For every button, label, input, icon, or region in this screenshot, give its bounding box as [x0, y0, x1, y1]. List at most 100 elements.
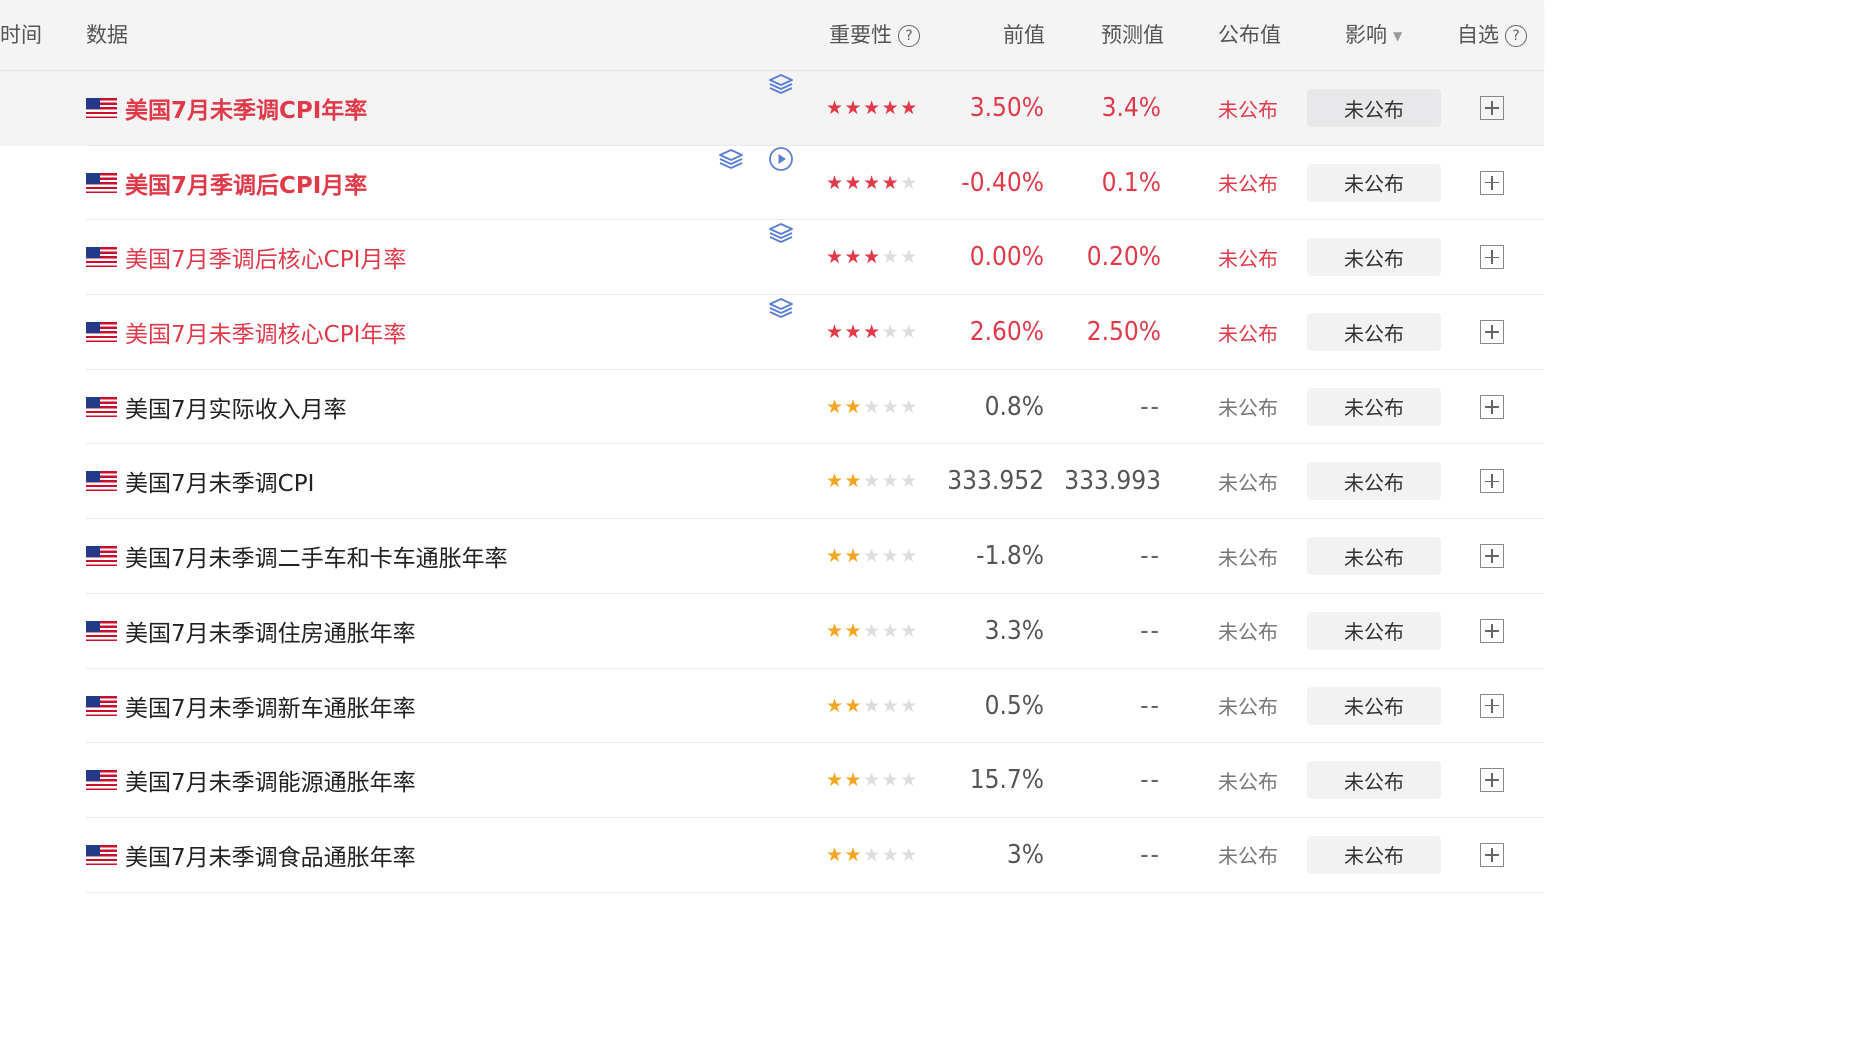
importance-stars: ★ ★ ★ ★ ★	[826, 71, 919, 145]
impact-button[interactable]: 未公布	[1307, 537, 1441, 576]
star-icon: ★	[826, 694, 845, 717]
table-row[interactable]: 美国7月未季调食品通胀年率 ★ ★ ★ ★ ★ 3% -- 未公布 未公布	[0, 818, 1544, 893]
plus-icon[interactable]	[1480, 394, 1504, 419]
header-impact[interactable]: 影响 ▼	[1345, 0, 1402, 70]
star-icon: ★	[863, 694, 882, 717]
indicator-name[interactable]: 美国7月季调后核心CPI月率	[125, 220, 406, 294]
caret-down-icon[interactable]: ▼	[1393, 1, 1402, 71]
indicator-name[interactable]: 美国7月未季调能源通胀年率	[125, 743, 416, 817]
indicator-name[interactable]: 美国7月未季调住房通胀年率	[125, 594, 416, 668]
header-data[interactable]: 数据	[86, 0, 128, 70]
impact-button[interactable]: 未公布	[1307, 611, 1441, 650]
table-row[interactable]: 美国7月未季调新车通胀年率 ★ ★ ★ ★ ★ 0.5% -- 未公布 未公布	[0, 669, 1544, 744]
star-icon: ★	[844, 246, 864, 269]
header-published[interactable]: 公布值	[1218, 0, 1281, 70]
header-importance-label: 重要性	[829, 23, 892, 47]
indicator-name[interactable]: 美国7月未季调新车通胀年率	[125, 669, 416, 743]
plus-icon[interactable]	[1480, 768, 1504, 793]
us-flag-icon	[86, 818, 117, 892]
star-icon: ★	[881, 321, 901, 344]
plus-icon[interactable]	[1480, 170, 1504, 195]
star-icon: ★	[844, 171, 864, 194]
importance-stars: ★ ★ ★ ★ ★	[826, 818, 919, 892]
star-icon: ★	[863, 545, 882, 568]
table-row[interactable]: 美国7月季调后核心CPI月率 ★ ★ ★ ★ ★ 0.00% 0.20% 未公布 未公布	[0, 220, 1544, 295]
impact-cell: 未公布	[1307, 295, 1441, 369]
star-icon: ★	[826, 545, 845, 568]
table-row[interactable]: 美国7月未季调能源通胀年率 ★ ★ ★ ★ ★ 15.7% -- 未公布 未公布	[0, 743, 1544, 818]
header-watchlist[interactable]: 自选?	[1457, 0, 1527, 70]
previous-value: 3.50%	[969, 93, 1044, 123]
plus-icon[interactable]	[1480, 245, 1504, 270]
help-icon[interactable]: ?	[1505, 25, 1527, 47]
impact-button[interactable]: 未公布	[1307, 387, 1441, 426]
impact-button[interactable]: 未公布	[1307, 686, 1441, 725]
table-row[interactable]: 美国7月未季调CPI年率 ★ ★ ★ ★ ★ 3.50% 3.4% 未公布 未公布	[0, 71, 1544, 146]
plus-icon[interactable]	[1480, 544, 1504, 569]
star-icon: ★	[826, 321, 845, 344]
previous-value: -1.8%	[976, 541, 1044, 572]
published-value: 未公布	[1218, 97, 1278, 122]
star-icon: ★	[900, 171, 919, 194]
header-forecast[interactable]: 预测值	[1101, 0, 1164, 70]
star-icon: ★	[900, 545, 919, 568]
table-row[interactable]: 美国7月未季调CPI ★ ★ ★ ★ ★ 333.952 333.993 未公布 未公布	[0, 444, 1544, 519]
indicator-name[interactable]: 美国7月未季调二手车和卡车通胀年率	[125, 519, 508, 593]
indicator-name[interactable]: 美国7月实际收入月率	[125, 370, 347, 444]
star-icon: ★	[900, 470, 919, 493]
indicator-name[interactable]: 美国7月未季调食品通胀年率	[125, 818, 416, 892]
add-watchlist-cell	[1480, 295, 1504, 369]
layers-icon[interactable]	[768, 295, 794, 321]
previous-value: 3%	[1006, 839, 1044, 870]
header-previous[interactable]: 前值	[1003, 0, 1045, 70]
add-watchlist-cell	[1480, 818, 1504, 892]
importance-stars: ★ ★ ★ ★ ★	[826, 146, 919, 220]
plus-icon[interactable]	[1480, 693, 1504, 718]
indicator-name[interactable]: 美国7月未季调CPI	[125, 444, 314, 518]
impact-button[interactable]: 未公布	[1307, 835, 1441, 874]
impact-button[interactable]: 未公布	[1307, 89, 1441, 127]
layers-icon[interactable]	[768, 220, 794, 246]
table-row[interactable]: 美国7月未季调二手车和卡车通胀年率 ★ ★ ★ ★ ★ -1.8% -- 未公布 未公布	[0, 519, 1544, 594]
header-importance[interactable]: 重要性?	[829, 0, 920, 70]
table-row[interactable]: 美国7月未季调核心CPI年率 ★ ★ ★ ★ ★ 2.60% 2.50% 未公布 未公布	[0, 295, 1544, 370]
add-watchlist-cell	[1480, 370, 1504, 444]
layers-icon[interactable]	[768, 71, 794, 97]
layers-icon[interactable]	[718, 146, 744, 172]
add-watchlist-cell	[1480, 146, 1504, 220]
table-row[interactable]: 美国7月未季调住房通胀年率 ★ ★ ★ ★ ★ 3.3% -- 未公布 未公布	[0, 594, 1544, 669]
previous-value: 3.3%	[984, 615, 1044, 646]
impact-cell: 未公布	[1307, 370, 1441, 444]
impact-button[interactable]: 未公布	[1307, 761, 1441, 800]
star-icon: ★	[844, 694, 864, 717]
importance-stars: ★ ★ ★ ★ ★	[826, 669, 919, 743]
published-value: 未公布	[1218, 396, 1278, 421]
forecast-value: 3.4%	[1101, 93, 1161, 123]
plus-icon[interactable]	[1480, 469, 1504, 494]
previous-value: 15.7%	[969, 765, 1044, 796]
impact-button[interactable]: 未公布	[1307, 163, 1441, 202]
plus-icon[interactable]	[1480, 96, 1504, 120]
published-value: 未公布	[1218, 545, 1278, 570]
impact-button[interactable]: 未公布	[1307, 462, 1441, 501]
table-row[interactable]: 美国7月实际收入月率 ★ ★ ★ ★ ★ 0.8% -- 未公布 未公布	[0, 370, 1544, 445]
forecast-value: 0.1%	[1101, 167, 1161, 198]
table-row[interactable]: 美国7月季调后CPI月率 ★ ★ ★ ★ ★ -0.40% 0.1% 未公布 未公布	[0, 146, 1544, 221]
header-watchlist-label: 自选	[1457, 23, 1499, 47]
add-watchlist-cell	[1480, 743, 1504, 817]
indicator-name[interactable]: 美国7月未季调核心CPI年率	[125, 295, 406, 369]
header-time[interactable]: 时间	[0, 0, 42, 70]
star-icon: ★	[881, 246, 901, 269]
impact-button[interactable]: 未公布	[1307, 313, 1441, 352]
plus-icon[interactable]	[1480, 320, 1504, 345]
help-icon[interactable]: ?	[898, 25, 920, 47]
previous-value: 0.5%	[984, 690, 1044, 721]
plus-icon[interactable]	[1480, 618, 1504, 643]
economic-calendar-table: 时间 数据 重要性? 前值 预测值 公布值 影响 ▼ 自选? 美国7月未季调CPI…	[0, 0, 1544, 893]
indicator-name[interactable]: 美国7月未季调CPI年率	[125, 71, 367, 145]
indicator-name[interactable]: 美国7月季调后CPI月率	[125, 146, 367, 220]
plus-icon[interactable]	[1480, 842, 1504, 867]
play-icon[interactable]	[768, 146, 794, 172]
impact-button[interactable]: 未公布	[1307, 238, 1441, 277]
impact-cell: 未公布	[1307, 444, 1441, 518]
